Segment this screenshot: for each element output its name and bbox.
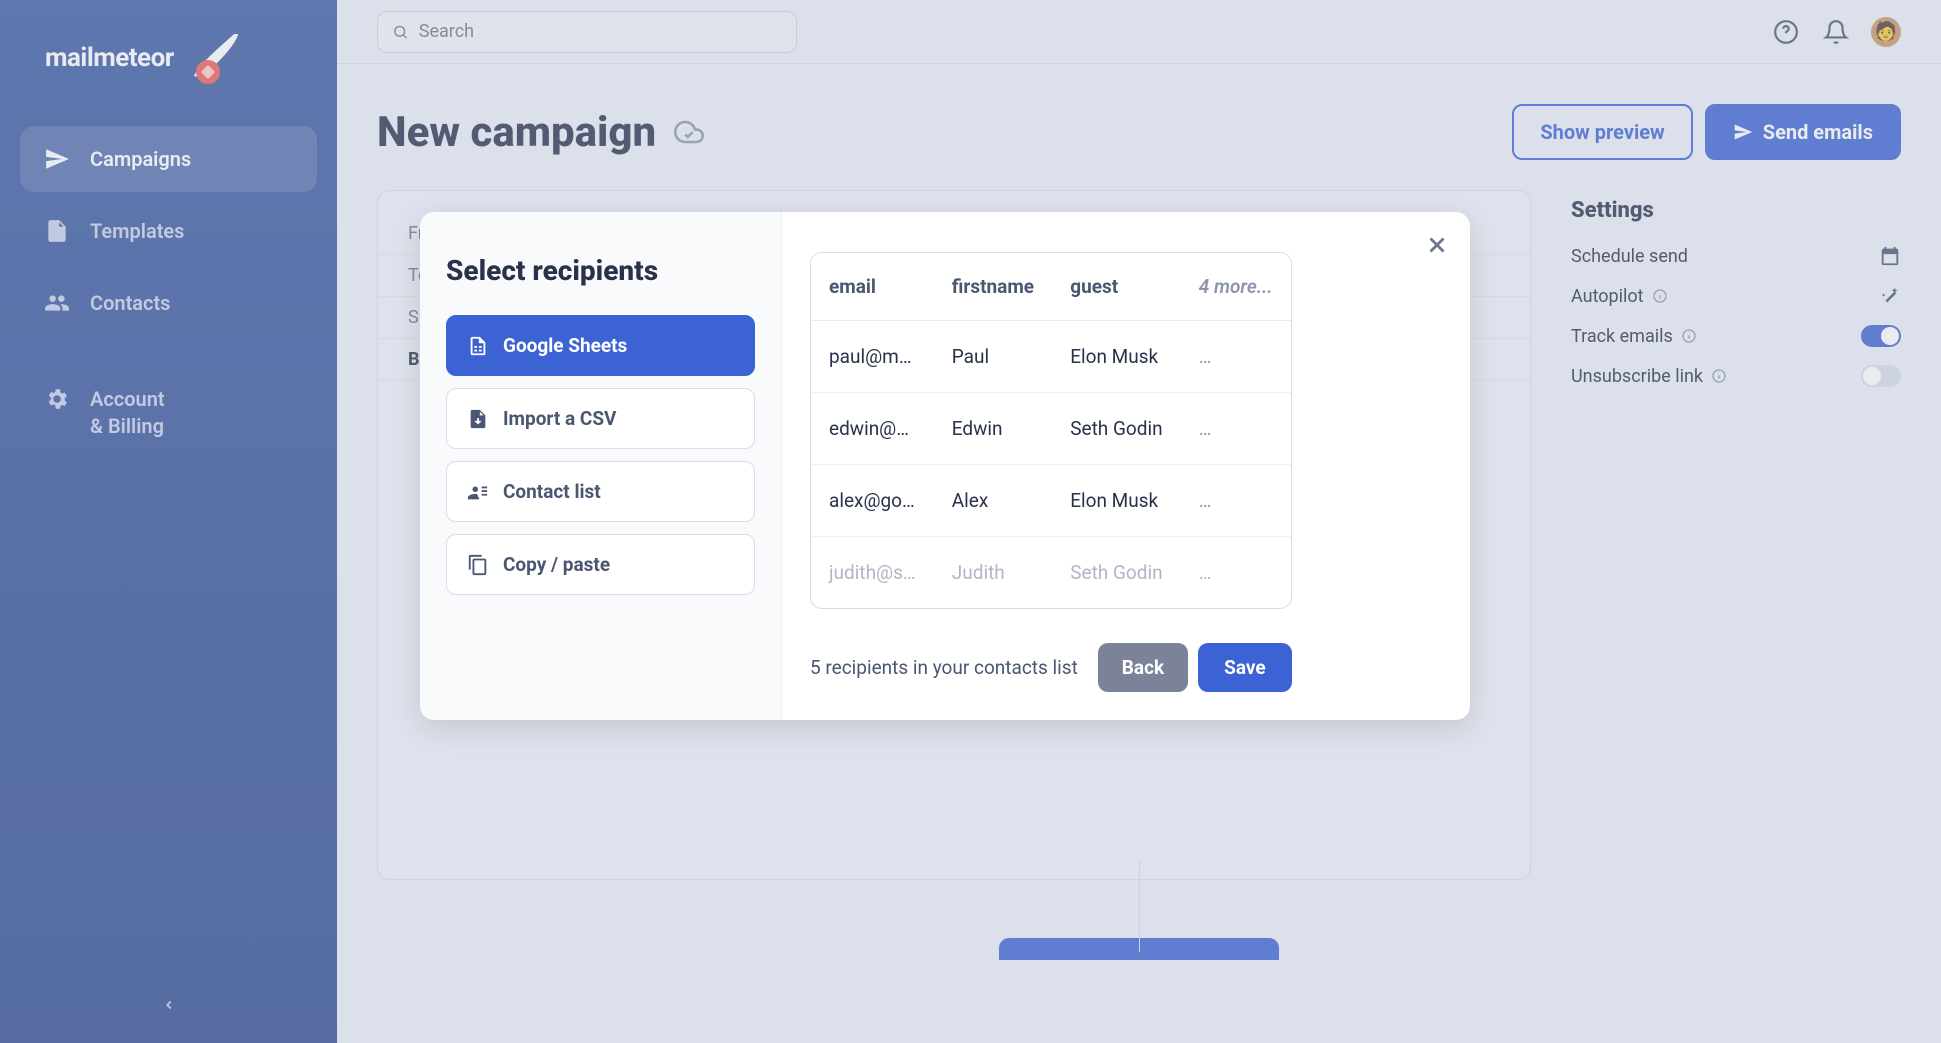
cell-guest: Seth Godin <box>1052 393 1181 465</box>
source-label: Contact list <box>503 480 601 503</box>
cell-guest: Elon Musk <box>1052 321 1181 393</box>
cell-firstname: Alex <box>934 465 1052 537</box>
col-email: email <box>811 253 934 321</box>
select-recipients-modal: Select recipients Google Sheets Import a… <box>420 212 1470 720</box>
source-label: Import a CSV <box>503 407 616 430</box>
col-firstname: firstname <box>934 253 1052 321</box>
cell-email: edwin@… <box>811 393 934 465</box>
table-row[interactable]: edwin@… Edwin Seth Godin … <box>811 393 1291 465</box>
source-import-csv[interactable]: Import a CSV <box>446 388 755 449</box>
col-more: 4 more... <box>1181 253 1291 321</box>
recipients-count: 5 recipients in your contacts list <box>810 656 1078 679</box>
source-copy-paste[interactable]: Copy / paste <box>446 534 755 595</box>
modal-close-button[interactable] <box>1424 232 1450 258</box>
table-header-row: email firstname guest 4 more... <box>811 253 1291 321</box>
cell-firstname: Edwin <box>934 393 1052 465</box>
close-icon <box>1424 232 1450 258</box>
cell-guest: Seth Godin <box>1052 537 1181 609</box>
source-google-sheets[interactable]: Google Sheets <box>446 315 755 376</box>
modal-title: Select recipients <box>446 254 755 287</box>
modal-right-panel: email firstname guest 4 more... paul@m… … <box>782 212 1470 720</box>
table-row[interactable]: judith@s… Judith Seth Godin … <box>811 537 1291 609</box>
source-contact-list[interactable]: Contact list <box>446 461 755 522</box>
source-label: Google Sheets <box>503 334 627 357</box>
copy-icon <box>467 554 489 576</box>
contact-list-icon <box>467 481 489 503</box>
cell-email: judith@s… <box>811 537 934 609</box>
source-label: Copy / paste <box>503 553 610 576</box>
cell-more: … <box>1181 321 1291 393</box>
cell-firstname: Judith <box>934 537 1052 609</box>
modal-overlay: Select recipients Google Sheets Import a… <box>0 0 1941 1043</box>
cell-email: paul@m… <box>811 321 934 393</box>
cell-more: … <box>1181 465 1291 537</box>
cell-more: … <box>1181 537 1291 609</box>
table-row[interactable]: alex@go… Alex Elon Musk … <box>811 465 1291 537</box>
upload-file-icon <box>467 408 489 430</box>
table-row[interactable]: paul@m… Paul Elon Musk … <box>811 321 1291 393</box>
sheets-icon <box>467 335 489 357</box>
cell-guest: Elon Musk <box>1052 465 1181 537</box>
save-button[interactable]: Save <box>1198 643 1292 692</box>
cell-more: … <box>1181 393 1291 465</box>
back-button[interactable]: Back <box>1098 643 1188 692</box>
modal-left-panel: Select recipients Google Sheets Import a… <box>420 212 782 720</box>
modal-footer: 5 recipients in your contacts list Back … <box>810 643 1292 692</box>
cell-firstname: Paul <box>934 321 1052 393</box>
recipients-table-wrap: email firstname guest 4 more... paul@m… … <box>810 252 1292 609</box>
cell-email: alex@go… <box>811 465 934 537</box>
col-guest: guest <box>1052 253 1181 321</box>
recipients-table: email firstname guest 4 more... paul@m… … <box>811 253 1291 608</box>
